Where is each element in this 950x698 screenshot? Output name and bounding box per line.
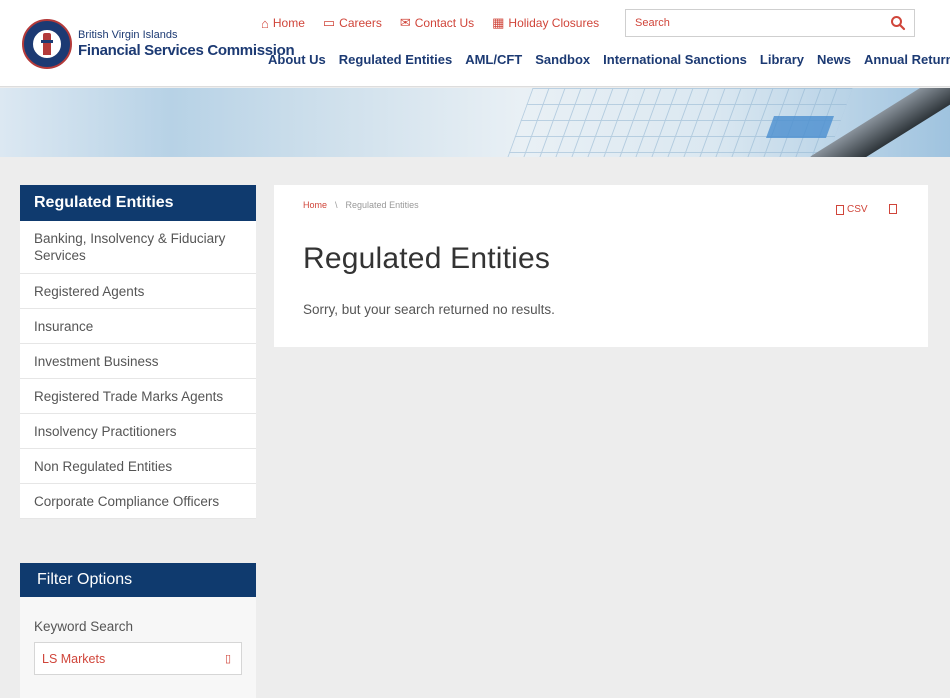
sidebar-title: Regulated Entities [20, 185, 256, 221]
filter-panel: Filter Options Keyword Search ▯ [20, 563, 256, 698]
home-icon: ⌂ [261, 15, 269, 31]
breadcrumb-home[interactable]: Home [303, 200, 327, 210]
breadcrumb: Home \ Regulated Entities [303, 200, 419, 210]
page-title: Regulated Entities [303, 242, 551, 275]
util-home-label: Home [272, 16, 305, 30]
nav-news[interactable]: News [817, 52, 851, 67]
utility-nav: ⌂ Home ▭ Careers ✉ Contact Us ▦ Holiday … [261, 15, 599, 31]
sidebar-item-non-regulated[interactable]: Non Regulated Entities [20, 449, 256, 484]
fsc-seal-icon [22, 19, 72, 69]
no-results-message: Sorry, but your search returned no resul… [303, 302, 555, 317]
nav-sandbox[interactable]: Sandbox [535, 52, 590, 67]
nav-about-us[interactable]: About Us [268, 52, 326, 67]
keyword-label: Keyword Search [34, 619, 134, 634]
calendar-icon: ▦ [492, 15, 505, 30]
envelope-icon: ✉ [399, 15, 411, 30]
search-input[interactable] [626, 10, 876, 36]
util-contact-link[interactable]: ✉ Contact Us [400, 15, 474, 31]
site-header: British Virgin Islands Financial Service… [0, 0, 950, 87]
site-search [625, 9, 915, 37]
util-contact-label: Contact Us [414, 16, 475, 30]
sidebar-item-registered-agents[interactable]: Registered Agents [20, 274, 256, 309]
logo-line2: Financial Services Commission [78, 41, 295, 59]
sidebar-item-investment-business[interactable]: Investment Business [20, 344, 256, 379]
fsc-logo[interactable]: British Virgin Islands Financial Service… [22, 19, 295, 69]
briefcase-icon: ▭ [322, 15, 336, 30]
util-home-link[interactable]: ⌂ Home [261, 15, 305, 31]
nav-annual-returns[interactable]: Annual Returns [864, 52, 950, 67]
sidebar-item-compliance-officers[interactable]: Corporate Compliance Officers [20, 484, 256, 519]
util-careers-label: Careers [339, 16, 382, 30]
csv-export-button[interactable]: CSV [836, 204, 868, 215]
sidebar: Regulated Entities Banking, Insolvency &… [20, 185, 256, 519]
main-nav: About Us Regulated Entities AML/CFT Sand… [268, 52, 950, 67]
breadcrumb-separator: \ [335, 200, 338, 210]
nav-international-sanctions[interactable]: International Sanctions [603, 52, 747, 67]
print-icon[interactable] [889, 204, 897, 214]
filter-title: Filter Options [20, 563, 256, 597]
sidebar-item-insolvency-practitioners[interactable]: Insolvency Practitioners [20, 414, 256, 449]
breadcrumb-current: Regulated Entities [345, 200, 419, 210]
keyword-input[interactable] [35, 643, 205, 674]
csv-label: CSV [847, 204, 868, 215]
keyword-field: ▯ [34, 642, 242, 675]
keyword-submit-icon[interactable]: ▯ [225, 652, 231, 665]
nav-aml-cft[interactable]: AML/CFT [465, 52, 522, 67]
search-icon[interactable] [890, 15, 906, 31]
csv-file-icon [836, 204, 844, 215]
nav-library[interactable]: Library [760, 52, 804, 67]
hero-banner [0, 88, 950, 157]
util-holiday-link[interactable]: ▦ Holiday Closures [492, 15, 599, 31]
nav-regulated-entities[interactable]: Regulated Entities [339, 52, 452, 67]
util-holiday-label: Holiday Closures [508, 16, 600, 30]
sidebar-item-trade-marks-agents[interactable]: Registered Trade Marks Agents [20, 379, 256, 414]
sidebar-item-insurance[interactable]: Insurance [20, 309, 256, 344]
util-careers-link[interactable]: ▭ Careers [323, 15, 382, 31]
sidebar-item-banking[interactable]: Banking, Insolvency & Fiduciary Services [20, 221, 256, 274]
content-panel: Home \ Regulated Entities CSV Regulated … [274, 185, 928, 347]
